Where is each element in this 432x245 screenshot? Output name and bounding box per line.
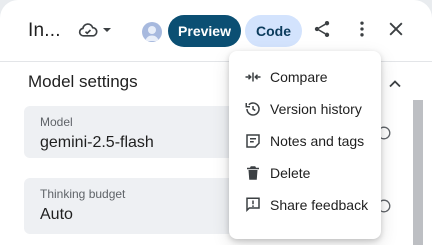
more-vert-icon (352, 19, 372, 44)
menu-item-share-feedback[interactable]: Share feedback (229, 189, 381, 221)
model-selector[interactable]: Model gemini-2.5-flash (24, 106, 244, 158)
thinking-budget-label: Thinking budget (40, 187, 126, 201)
cloud-icon (78, 20, 98, 45)
model-value: gemini-2.5-flash (40, 134, 154, 151)
share-button[interactable] (310, 19, 334, 43)
scrollbar[interactable] (413, 100, 423, 245)
menu-item-label: Version history (270, 101, 362, 117)
more-options-button[interactable] (350, 19, 374, 43)
model-label: Model (40, 115, 73, 129)
preview-button[interactable]: Preview (168, 15, 241, 47)
share-icon (312, 19, 332, 44)
menu-item-compare[interactable]: Compare (229, 61, 381, 93)
cloud-save-dropdown[interactable] (78, 19, 122, 45)
compare-icon (243, 67, 263, 87)
caret-down-icon (101, 23, 113, 41)
menu-item-label: Share feedback (270, 197, 369, 213)
chevron-up-icon[interactable] (385, 74, 405, 94)
feedback-icon (243, 195, 263, 215)
avatar[interactable] (142, 22, 162, 42)
menu-item-notes-and-tags[interactable]: Notes and tags (229, 125, 381, 157)
menu-item-label: Notes and tags (270, 133, 365, 149)
thinking-budget-value: Auto (40, 206, 73, 223)
notes-icon (243, 131, 263, 151)
page-title: In... (28, 20, 61, 41)
more-options-menu: Compare Version history Notes and tags D… (229, 51, 381, 239)
trash-icon (243, 163, 263, 183)
close-icon (386, 19, 406, 44)
thinking-budget-selector[interactable]: Thinking budget Auto (24, 178, 244, 234)
menu-item-version-history[interactable]: Version history (229, 93, 381, 125)
menu-item-label: Delete (270, 165, 311, 181)
close-button[interactable] (384, 19, 408, 43)
menu-item-label: Compare (270, 69, 328, 85)
section-title: Model settings (28, 72, 138, 91)
menu-item-delete[interactable]: Delete (229, 157, 381, 189)
code-button[interactable]: Code (245, 15, 302, 47)
history-icon (243, 99, 263, 119)
